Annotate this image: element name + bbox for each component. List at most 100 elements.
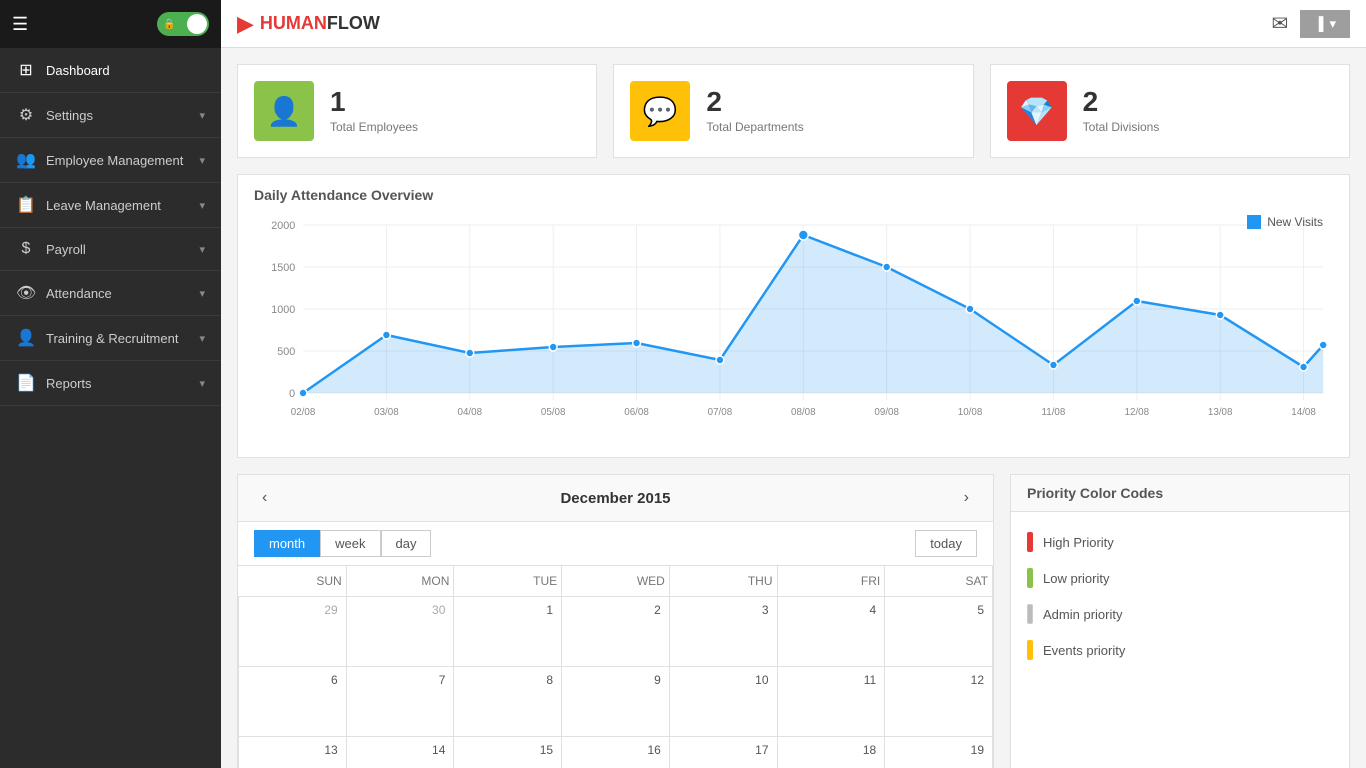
svg-text:500: 500 — [277, 346, 295, 358]
table-row[interactable]: 11 — [777, 667, 885, 737]
calendar-header: ‹ December 2015 › — [238, 475, 993, 522]
stat-card-employees: 👤 1 Total Employees — [237, 64, 597, 158]
table-row[interactable]: 14 — [346, 737, 454, 768]
table-row[interactable]: 2 — [562, 597, 670, 667]
table-row[interactable]: 4 — [777, 597, 885, 667]
calendar-date: 11 — [782, 671, 881, 689]
logo-text: HUMANFLOW — [260, 13, 380, 34]
svg-text:12/08: 12/08 — [1125, 407, 1150, 418]
events-priority-label: Events priority — [1043, 643, 1125, 658]
calendar-date: 5 — [889, 601, 988, 619]
divisions-label: Total Divisions — [1083, 120, 1160, 134]
sidebar: ☰ 🔒 ⊞ Dashboard ⚙ Settings ▾ 👥 Employee … — [0, 0, 221, 768]
employees-icon-box: 👤 — [254, 81, 314, 141]
training-icon: 👤 — [16, 328, 36, 348]
table-row[interactable]: 30 — [346, 597, 454, 667]
cal-header-mon: MON — [346, 566, 454, 597]
low-priority-dot — [1027, 568, 1033, 588]
priority-item-admin: Admin priority — [1027, 596, 1333, 632]
sidebar-item-settings[interactable]: ⚙ Settings ▾ — [0, 93, 221, 138]
table-row[interactable]: 3 — [669, 597, 777, 667]
calendar-next-button[interactable]: › — [956, 485, 977, 511]
calendar-date: 1 — [458, 601, 557, 619]
priority-item-low: Low priority — [1027, 560, 1333, 596]
hamburger-icon[interactable]: ☰ — [12, 14, 28, 35]
table-row[interactable]: 5 — [885, 597, 993, 667]
table-row[interactable]: 10 — [669, 667, 777, 737]
sidebar-item-payroll[interactable]: $ Payroll ▾ — [0, 228, 221, 271]
calendar-date: 7 — [351, 671, 450, 689]
sidebar-item-training-recruitment[interactable]: 👤 Training & Recruitment ▾ — [0, 316, 221, 361]
divisions-info: 2 Total Divisions — [1083, 88, 1160, 134]
departments-label: Total Departments — [706, 120, 803, 134]
table-row[interactable]: 18 — [777, 737, 885, 768]
table-row[interactable]: 17 — [669, 737, 777, 768]
sidebar-toggle[interactable]: 🔒 — [157, 12, 209, 36]
svg-text:03/08: 03/08 — [374, 407, 399, 418]
calendar-date: 14 — [351, 741, 450, 759]
calendar-date: 29 — [243, 601, 342, 619]
calendar-date: 30 — [351, 601, 450, 619]
table-row[interactable]: 15 — [454, 737, 562, 768]
events-priority-dot — [1027, 640, 1033, 660]
legend-color-box — [1247, 215, 1261, 229]
sidebar-item-employee-management[interactable]: 👥 Employee Management ▾ — [0, 138, 221, 183]
calendar-today-button[interactable]: today — [915, 530, 977, 557]
table-row[interactable]: 7 — [346, 667, 454, 737]
table-row[interactable]: 19 — [885, 737, 993, 768]
toggle-knob — [187, 14, 207, 34]
table-row[interactable]: 1 — [454, 597, 562, 667]
sidebar-item-dashboard[interactable]: ⊞ Dashboard — [0, 48, 221, 93]
divisions-count: 2 — [1083, 88, 1160, 116]
svg-text:09/08: 09/08 — [874, 407, 899, 418]
sidebar-item-reports[interactable]: 📄 Reports ▾ — [0, 361, 221, 406]
calendar-date: 8 — [458, 671, 557, 689]
svg-text:07/08: 07/08 — [708, 407, 733, 418]
calendar-date: 17 — [674, 741, 773, 759]
bottom-section: ‹ December 2015 › month week day today S… — [237, 474, 1350, 768]
calendar-date: 19 — [889, 741, 988, 759]
sidebar-item-label: Payroll — [46, 242, 86, 257]
calendar-month-button[interactable]: month — [254, 530, 320, 557]
stat-cards: 👤 1 Total Employees 💬 2 Total Department… — [237, 64, 1350, 158]
chevron-icon: ▾ — [199, 109, 205, 122]
employees-count: 1 — [330, 88, 418, 116]
departments-icon-box: 💬 — [630, 81, 690, 141]
logo: ▶ HUMANFLOW — [237, 11, 380, 37]
calendar-date: 9 — [566, 671, 665, 689]
table-row[interactable]: 12 — [885, 667, 993, 737]
sidebar-item-leave-management[interactable]: 📋 Leave Management ▾ — [0, 183, 221, 228]
chat-icon: 💬 — [643, 95, 678, 128]
table-row[interactable]: 16 — [562, 737, 670, 768]
calendar-day-button[interactable]: day — [381, 530, 432, 557]
chart-legend: New Visits — [1247, 215, 1323, 229]
user-menu-button[interactable]: ▐ ▾ — [1300, 10, 1350, 38]
table-row[interactable]: 9 — [562, 667, 670, 737]
settings-icon: ⚙ — [16, 105, 36, 125]
calendar-week-button[interactable]: week — [320, 530, 380, 557]
mail-icon[interactable]: ✉ — [1271, 11, 1288, 36]
cal-header-wed: WED — [562, 566, 670, 597]
table-row[interactable]: 13 — [239, 737, 347, 768]
calendar-grid: SUN MON TUE WED THU FRI SAT 293012345678… — [238, 566, 993, 768]
table-row[interactable]: 29 — [239, 597, 347, 667]
cal-header-tue: TUE — [454, 566, 562, 597]
cal-header-sun: SUN — [239, 566, 347, 597]
cal-header-fri: FRI — [777, 566, 885, 597]
svg-text:10/08: 10/08 — [958, 407, 983, 418]
low-priority-label: Low priority — [1043, 571, 1109, 586]
sidebar-item-attendance[interactable]: 👁 Attendance ▾ — [0, 271, 221, 316]
high-priority-dot — [1027, 532, 1033, 552]
sidebar-item-label: Leave Management — [46, 198, 161, 213]
table-row[interactable]: 6 — [239, 667, 347, 737]
cal-header-sat: SAT — [885, 566, 993, 597]
svg-text:0: 0 — [289, 388, 295, 400]
priority-header: Priority Color Codes — [1011, 475, 1349, 512]
table-row[interactable]: 8 — [454, 667, 562, 737]
calendar-date: 6 — [243, 671, 342, 689]
calendar-prev-button[interactable]: ‹ — [254, 485, 275, 511]
sidebar-item-label: Dashboard — [46, 63, 110, 78]
dashboard-icon: ⊞ — [16, 60, 36, 80]
chevron-icon: ▾ — [199, 243, 205, 256]
header-right: ✉ ▐ ▾ — [1271, 10, 1350, 38]
